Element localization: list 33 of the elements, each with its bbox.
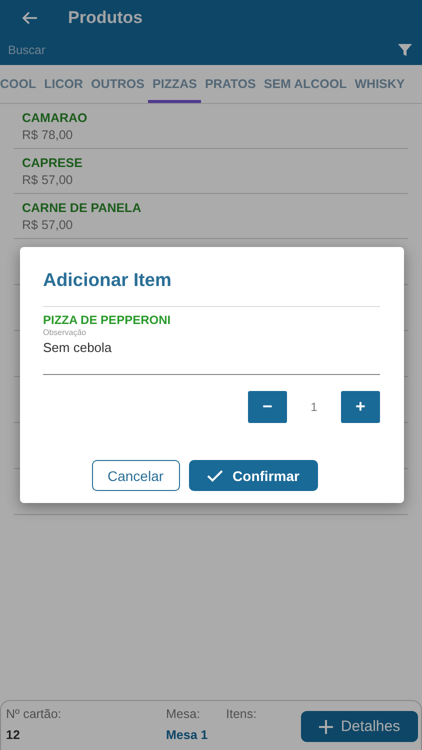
category-tab[interactable]: PIZZAS <box>148 65 201 103</box>
category-tab[interactable]: WHISKY <box>350 65 409 103</box>
product-name[interactable]: CARNE DE PANELA <box>22 201 400 215</box>
product-price: R$ 57,00 <box>22 173 74 187</box>
page-title: Produtos <box>68 8 143 28</box>
plus-icon <box>318 720 333 734</box>
back-icon[interactable] <box>22 10 38 24</box>
decrease-button[interactable]: − <box>248 391 287 423</box>
table-label: Mesa: <box>166 707 202 721</box>
check-icon <box>206 470 223 482</box>
dialog-title: Adicionar Item <box>43 269 172 291</box>
details-button[interactable]: Detalhes <box>301 711 418 742</box>
quantity-field[interactable]: 1 <box>289 391 339 423</box>
category-tab[interactable]: LICOR <box>40 65 87 103</box>
filter-icon[interactable] <box>398 43 412 57</box>
category-tab[interactable]: PRATOS <box>200 65 260 103</box>
increase-button[interactable]: + <box>341 391 380 423</box>
card-label: Nº cartão: <box>6 707 62 721</box>
note-field[interactable]: Observação Sem cebola <box>43 327 380 375</box>
search-field[interactable]: Buscar <box>8 43 398 57</box>
product-name[interactable]: CAMARAO <box>22 111 400 125</box>
product-price: R$ 78,00 <box>22 128 74 142</box>
confirm-button[interactable]: Confirmar <box>188 460 318 491</box>
cancel-button[interactable]: Cancelar <box>92 460 180 491</box>
product-name[interactable]: CAPRESE <box>22 156 400 170</box>
category-tab[interactable]: SEM ALCOOL <box>260 65 351 103</box>
product-name: PIZZA DE PEPPERONI <box>43 313 172 327</box>
product-price: R$ 57,00 <box>22 218 74 232</box>
card-number: 12 <box>6 728 21 742</box>
items-label: Itens: <box>226 707 258 721</box>
table-name: Mesa 1 <box>166 728 209 742</box>
category-tab[interactable]: COOL <box>0 65 40 103</box>
category-tab[interactable]: OUTROS <box>87 65 148 103</box>
